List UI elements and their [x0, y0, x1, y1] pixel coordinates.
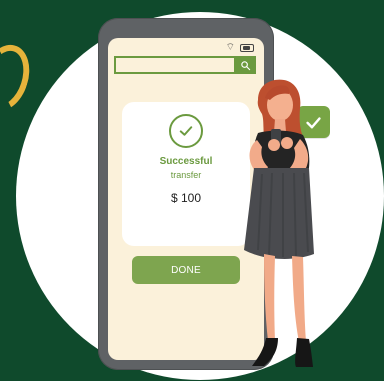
battery-icon: [240, 44, 254, 52]
transfer-card: Successful transfer $ 100: [122, 102, 250, 246]
right-shoe: [295, 338, 313, 367]
right-leg: [292, 256, 306, 342]
status-title: Successful: [159, 156, 213, 167]
left-leg: [264, 254, 275, 341]
page: { "card": { "status_title": "Successful"…: [0, 0, 384, 381]
search-bar[interactable]: [114, 56, 256, 74]
done-button[interactable]: DONE: [132, 256, 240, 284]
decorative-arc: [0, 38, 38, 118]
search-button[interactable]: [234, 56, 256, 74]
hand-right: [281, 137, 293, 149]
left-shoe: [252, 338, 278, 366]
search-icon: [240, 60, 250, 70]
success-check: [169, 114, 203, 148]
woman-illustration: [244, 79, 314, 367]
check-icon: [179, 126, 193, 136]
hand-left: [268, 139, 280, 151]
status-subtitle: transfer: [170, 170, 202, 180]
status-bar: ⌔: [226, 43, 254, 53]
wifi-icon: ⌔: [225, 42, 235, 53]
transfer-amount: $ 100: [170, 191, 202, 205]
